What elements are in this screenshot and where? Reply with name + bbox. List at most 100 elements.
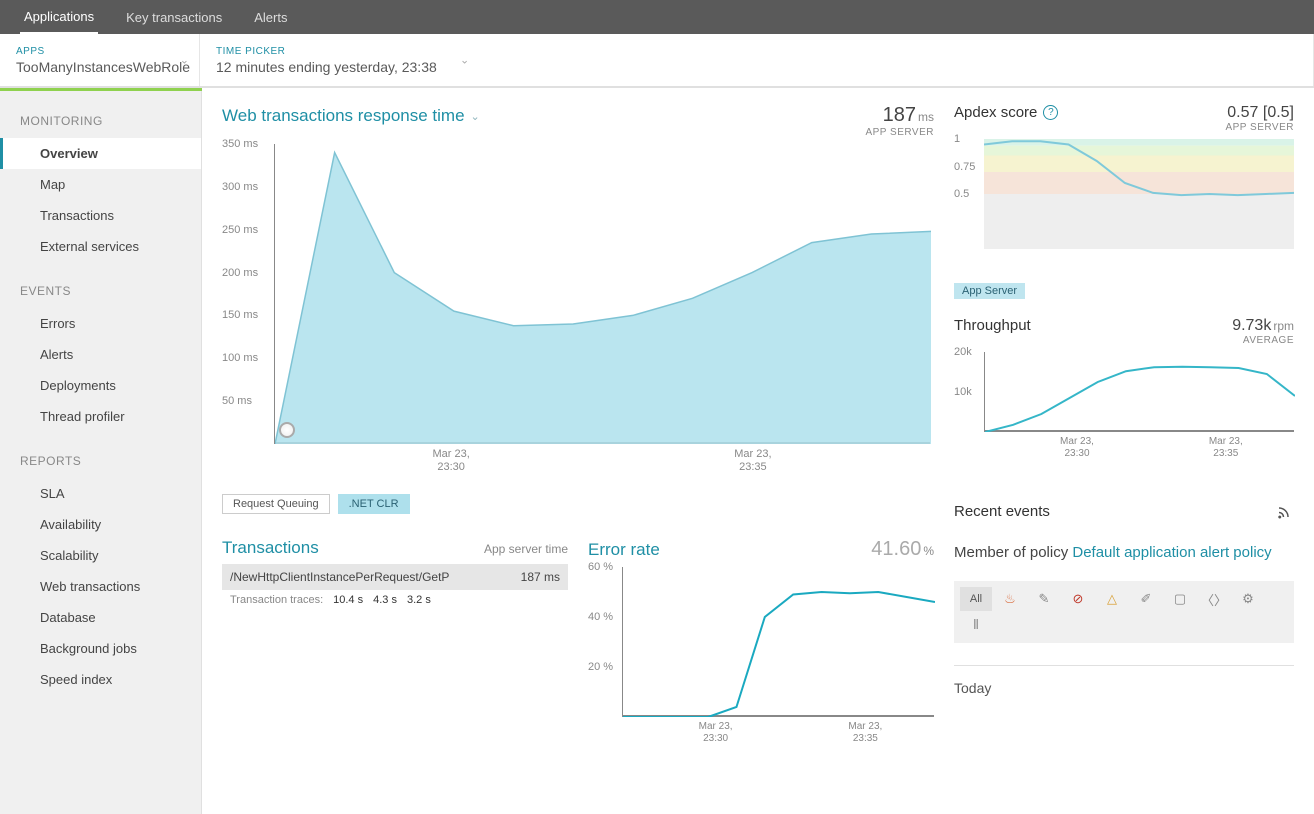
- sidebar-item-thread-profiler[interactable]: Thread profiler: [0, 401, 201, 432]
- sidebar-section-monitoring: MONITORING: [0, 104, 201, 138]
- sidebar-section-reports: REPORTS: [0, 444, 201, 478]
- throughput-chart[interactable]: 10k20k Mar 23,23:30Mar 23,23:35: [954, 352, 1294, 472]
- sidebar-item-web-transactions[interactable]: Web transactions: [0, 571, 201, 602]
- apdex-series-pill[interactable]: App Server: [954, 283, 1025, 299]
- trace-value[interactable]: 10.4 s: [333, 594, 363, 606]
- help-icon[interactable]: ?: [1043, 105, 1058, 120]
- chart-plot-area[interactable]: [984, 352, 1294, 432]
- response-time-chart[interactable]: 50 ms100 ms150 ms200 ms250 ms300 ms350 m…: [222, 144, 930, 484]
- sidebar-item-background-jobs[interactable]: Background jobs: [0, 633, 201, 664]
- recent-events-title: Recent events: [954, 503, 1050, 520]
- rss-icon[interactable]: [1276, 502, 1294, 520]
- transaction-path: /NewHttpClientInstancePerRequest/GetP: [230, 570, 449, 584]
- error-rate-value: 41.60: [871, 538, 921, 560]
- throughput-unit: rpm: [1273, 319, 1294, 333]
- sidebar-item-deployments[interactable]: Deployments: [0, 370, 201, 401]
- app-picker-value: TooManyInstancesWebRole: [16, 59, 183, 75]
- chevron-down-icon: ⌄: [460, 54, 469, 67]
- transaction-row[interactable]: /NewHttpClientInstancePerRequest/GetP 18…: [222, 564, 568, 590]
- apdex-title: Apdex score: [954, 104, 1037, 121]
- transactions-panel: Transactions App server time /NewHttpCli…: [222, 538, 568, 757]
- response-time-header: Web transactions response time ⌄ 187ms A…: [222, 104, 934, 138]
- apdex-svg: [984, 139, 1294, 249]
- selector-bar: APPS TooManyInstancesWebRole ⌄ TIME PICK…: [0, 34, 1314, 88]
- topnav-tab-alerts[interactable]: Alerts: [250, 2, 291, 33]
- chart-plot-area[interactable]: [984, 139, 1294, 249]
- sidebar-item-availability[interactable]: Availability: [0, 509, 201, 540]
- sidebar-item-speed-index[interactable]: Speed index: [0, 664, 201, 695]
- topnav-tab-applications[interactable]: Applications: [20, 1, 98, 34]
- throughput-sub: AVERAGE: [1232, 335, 1294, 346]
- response-time-value: 187: [883, 104, 916, 126]
- app-picker[interactable]: APPS TooManyInstancesWebRole ⌄: [0, 34, 200, 86]
- throughput-title[interactable]: Throughput: [954, 317, 1031, 334]
- zoom-icon[interactable]: [279, 422, 295, 438]
- top-nav: Applications Key transactions Alerts: [0, 0, 1314, 34]
- apdex-panel: Apdex score ? 0.57 [0.5] APP SERVER 0.50…: [954, 104, 1294, 299]
- sidebar: MONITORING Overview Map Transactions Ext…: [0, 88, 202, 814]
- chart-plot-area[interactable]: [622, 567, 934, 717]
- policy-link[interactable]: Default application alert policy: [1072, 544, 1271, 561]
- sidebar-item-map[interactable]: Map: [0, 169, 201, 200]
- circle-x-icon[interactable]: ⊘: [1062, 587, 1094, 611]
- sidebar-item-database[interactable]: Database: [0, 602, 201, 633]
- monitor-icon[interactable]: ▢: [1164, 587, 1196, 611]
- apdex-value: 0.57 [0.5]: [1227, 104, 1294, 121]
- error-rate-panel: Error rate 41.60% 20 %40 %60 % Mar 23,23…: [588, 538, 934, 757]
- transactions-title[interactable]: Transactions: [222, 538, 319, 558]
- bar-chart-icon[interactable]: ⫴: [960, 613, 992, 637]
- chart-y-axis: 50 ms100 ms150 ms200 ms250 ms300 ms350 m…: [222, 144, 274, 444]
- policy-text: Member of policy Default application ale…: [954, 536, 1294, 569]
- throughput-value: 9.73k: [1232, 317, 1271, 334]
- apdex-sub: APP SERVER: [1225, 122, 1294, 133]
- trace-value[interactable]: 4.3 s: [373, 594, 397, 606]
- sidebar-item-alerts[interactable]: Alerts: [0, 339, 201, 370]
- gear-icon[interactable]: ⚙: [1232, 587, 1264, 611]
- legend-net-clr[interactable]: .NET CLR: [338, 494, 410, 514]
- sidebar-item-scalability[interactable]: Scalability: [0, 540, 201, 571]
- code-icon[interactable]: 〈〉: [1198, 587, 1230, 611]
- sidebar-section-events: EVENTS: [0, 274, 201, 308]
- apdex-chart[interactable]: 0.50.751: [954, 139, 1294, 279]
- chart-x-axis: Mar 23,23:30Mar 23,23:35: [274, 446, 930, 486]
- apdex-title-row: Apdex score ?: [954, 104, 1058, 121]
- chevron-down-icon: ⌄: [180, 54, 189, 67]
- error-rate-svg: [623, 567, 935, 717]
- chevron-down-icon: ⌄: [471, 110, 480, 123]
- response-time-legend: Request Queuing .NET CLR: [222, 494, 934, 514]
- response-time-title: Web transactions response time: [222, 106, 465, 126]
- trace-value[interactable]: 3.2 s: [407, 594, 431, 606]
- response-time-metric: 187ms APP SERVER: [865, 104, 934, 138]
- response-time-svg: [275, 144, 931, 444]
- legend-request-queuing[interactable]: Request Queuing: [222, 494, 330, 514]
- warning-icon[interactable]: △: [1096, 587, 1128, 611]
- flame-icon[interactable]: ♨: [994, 587, 1026, 611]
- time-picker-value: 12 minutes ending yesterday, 23:38: [216, 59, 1297, 75]
- time-picker[interactable]: TIME PICKER 12 minutes ending yesterday,…: [200, 34, 1314, 86]
- policy-prefix: Member of policy: [954, 544, 1072, 561]
- response-time-sub: APP SERVER: [865, 127, 934, 138]
- response-time-unit: ms: [918, 110, 934, 124]
- time-picker-label: TIME PICKER: [216, 46, 1297, 57]
- health-bar: [0, 88, 202, 91]
- response-time-title-button[interactable]: Web transactions response time ⌄: [222, 106, 480, 126]
- chart-plot-area[interactable]: [274, 144, 930, 444]
- topnav-tab-key-transactions[interactable]: Key transactions: [122, 2, 226, 33]
- sidebar-item-overview[interactable]: Overview: [0, 138, 201, 169]
- event-filter-bar: All ♨ ✎ ⊘ △ ✐ ▢ 〈〉 ⚙ ⫴: [954, 581, 1294, 643]
- note-icon[interactable]: ✐: [1130, 587, 1162, 611]
- transaction-traces: Transaction traces: 10.4 s 4.3 s 3.2 s: [222, 590, 568, 610]
- sidebar-item-sla[interactable]: SLA: [0, 478, 201, 509]
- error-rate-title[interactable]: Error rate: [588, 540, 660, 560]
- sidebar-item-transactions[interactable]: Transactions: [0, 200, 201, 231]
- transaction-time: 187 ms: [521, 570, 560, 584]
- sidebar-item-external-services[interactable]: External services: [0, 231, 201, 262]
- error-rate-chart[interactable]: 20 %40 %60 % Mar 23,23:30Mar 23,23:35: [588, 567, 934, 757]
- eraser-icon[interactable]: ✎: [1028, 587, 1060, 611]
- sidebar-item-errors[interactable]: Errors: [0, 308, 201, 339]
- filter-all[interactable]: All: [960, 587, 992, 611]
- throughput-panel: Throughput 9.73krpm AVERAGE 10k20k Mar 2…: [954, 317, 1294, 472]
- transactions-sub: App server time: [484, 542, 568, 556]
- throughput-svg: [985, 352, 1295, 432]
- app-picker-label: APPS: [16, 46, 183, 57]
